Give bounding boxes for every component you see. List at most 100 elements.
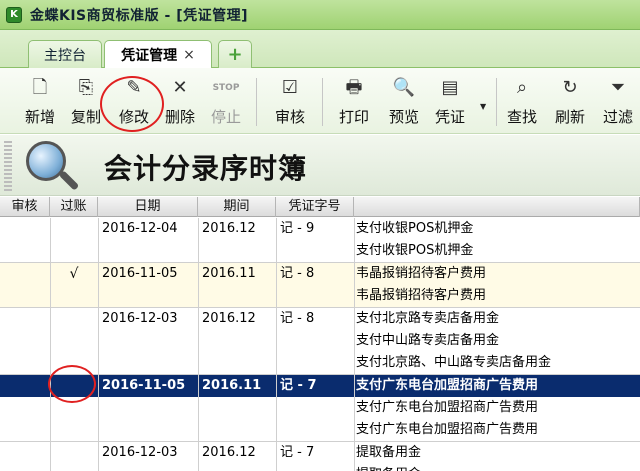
entry-line: 支付北京路、中山路专卖店备用金 bbox=[0, 352, 640, 374]
toolbar-button-new-doc[interactable]: 🗋 新增 bbox=[16, 76, 64, 130]
column-divider bbox=[276, 263, 277, 307]
entry-line: 支付中山路专卖店备用金 bbox=[0, 330, 640, 352]
cell-date: 2016-12-03 bbox=[102, 445, 178, 460]
cell-posted bbox=[50, 308, 98, 330]
delete-icon: ✕ bbox=[172, 77, 188, 98]
column-divider bbox=[354, 218, 355, 262]
dropdown-caret-icon[interactable]: ▼ bbox=[480, 102, 486, 111]
cell-voucher: 记 - 7 bbox=[280, 445, 315, 460]
cell-summary: 支付中山路专卖店备用金 bbox=[356, 333, 500, 348]
entry-line-primary: 2016-12-04 2016.12 记 - 9 支付收银POS机押金 bbox=[0, 218, 640, 240]
window-title: 金蝶KIS商贸标准版 - [凭证管理] bbox=[30, 7, 248, 24]
cell-posted bbox=[50, 442, 98, 464]
print-icon: 🖶 bbox=[345, 77, 363, 98]
entry-line: 支付广东电台加盟招商广告费用 bbox=[0, 419, 640, 441]
cell-posted bbox=[50, 375, 98, 397]
column-divider bbox=[50, 442, 51, 471]
cell-period: 2016.11 bbox=[202, 378, 262, 393]
filter-icon: ⏷ bbox=[610, 77, 626, 98]
cell-summary: 支付广东电台加盟招商广告费用 bbox=[356, 422, 539, 437]
table-row[interactable]: √ 2016-11-05 2016.11 记 - 8 韦晶报销招待客户费用 韦晶报销招待客… bbox=[0, 263, 640, 308]
table-row[interactable]: 2016-12-04 2016.12 记 - 9 支付收银POS机押金 支付收银POS机… bbox=[0, 218, 640, 263]
toolbar-separator bbox=[496, 78, 497, 126]
entry-line: 支付收银POS机押金 bbox=[0, 240, 640, 262]
column-divider bbox=[276, 375, 277, 441]
cell-date: 2016-12-03 bbox=[102, 311, 178, 326]
toolbar-button-preview[interactable]: 🔍 预览 bbox=[380, 76, 428, 130]
column-header-posted[interactable]: 过账 bbox=[50, 197, 98, 217]
column-divider bbox=[50, 263, 51, 307]
entry-line: 支付广东电台加盟招商广告费用 bbox=[0, 397, 640, 419]
toolbar-button-delete[interactable]: ✕ 删除 bbox=[156, 76, 204, 130]
cell-date: 2016-11-05 bbox=[102, 266, 178, 281]
table-row[interactable]: 2016-12-032016.12记 - 7提取备用金提取备用金 bbox=[0, 442, 640, 471]
cell-summary: 提取备用金 bbox=[356, 445, 422, 460]
column-header-date[interactable]: 日期 bbox=[98, 197, 198, 217]
toolbar-button-label: 凭证 bbox=[434, 108, 465, 126]
cell-voucher: 记 - 8 bbox=[280, 311, 315, 326]
toolbar-button-label: 停止 bbox=[210, 108, 241, 126]
page-header: 会计分录序时簿 bbox=[0, 135, 640, 196]
close-icon[interactable]: × bbox=[183, 47, 195, 63]
column-header-summary[interactable] bbox=[354, 197, 640, 217]
tab-voucher-management[interactable]: 凭证管理 × bbox=[104, 40, 212, 69]
toolbar-button-label: 查找 bbox=[506, 108, 537, 126]
cell-audit bbox=[4, 218, 48, 240]
entry-line: 提取备用金 bbox=[0, 464, 640, 471]
toolbar-button-print[interactable]: 🖶 打印 bbox=[330, 76, 378, 130]
toolbar-button-refresh[interactable]: ↻ 刷新 bbox=[546, 76, 594, 130]
toolbar-button-label: 预览 bbox=[388, 108, 419, 126]
toolbar-button-label: 审核 bbox=[274, 108, 305, 126]
table-row[interactable]: 2016-11-05 2016.11 记 - 7 支付广东电台加盟招商广告费用 支付广东… bbox=[0, 375, 640, 442]
cell-period: 2016.11 bbox=[202, 266, 256, 281]
toolbar-button-audit[interactable]: ☑ 审核 bbox=[266, 76, 314, 130]
cell-voucher: 记 - 8 bbox=[280, 266, 315, 281]
preview-icon: 🔍 bbox=[392, 77, 416, 98]
toolbar-button-label: 修改 bbox=[118, 108, 149, 126]
column-header-voucher[interactable]: 凭证字号 bbox=[276, 197, 354, 217]
column-divider bbox=[276, 442, 277, 471]
column-header-audit[interactable]: 审核 bbox=[0, 197, 50, 217]
cell-posted: √ bbox=[69, 266, 79, 282]
audit-icon: ☑ bbox=[281, 77, 299, 98]
tab-label: 凭证管理 bbox=[121, 48, 178, 64]
column-divider bbox=[198, 263, 199, 307]
table-row[interactable]: 2016-12-03 2016.12 记 - 8 支付北京路专卖店备用金支付中山路专卖… bbox=[0, 308, 640, 375]
cell-summary: 韦晶报销招待客户费用 bbox=[356, 288, 487, 303]
toolbar-button-label: 删除 bbox=[164, 108, 195, 126]
column-divider bbox=[354, 263, 355, 307]
cell-date: 2016-12-04 bbox=[102, 221, 178, 236]
column-divider bbox=[198, 218, 199, 262]
cell-summary: 提取备用金 bbox=[356, 464, 638, 471]
cell-voucher: 记 - 7 bbox=[280, 378, 317, 393]
column-divider bbox=[354, 375, 355, 441]
cell-audit bbox=[4, 442, 48, 464]
column-divider bbox=[198, 375, 199, 441]
magnifier-icon bbox=[24, 139, 80, 193]
toolbar-button-voucher[interactable]: ▤ 凭证 bbox=[426, 76, 474, 130]
toolbar-button-edit[interactable]: ✎ 修改 bbox=[110, 76, 158, 130]
grip-handle[interactable] bbox=[4, 141, 12, 191]
column-divider bbox=[50, 218, 51, 262]
toolbar-button-label: 打印 bbox=[338, 108, 369, 126]
add-tab-button[interactable]: + bbox=[218, 40, 252, 68]
toolbar-button-stop[interactable]: STOP 停止 bbox=[202, 76, 250, 130]
toolbar-button-label: 新增 bbox=[24, 108, 55, 126]
toolbar-button-copy[interactable]: ⎘ 复制 bbox=[62, 76, 110, 130]
toolbar-button-filter[interactable]: ⏷ 过滤 bbox=[594, 76, 640, 130]
stop-icon: STOP bbox=[212, 83, 240, 93]
toolbar-button-find[interactable]: ⌕ 查找 bbox=[498, 76, 546, 130]
tab-bar: 主控台 凭证管理 × + bbox=[0, 30, 640, 69]
column-divider bbox=[198, 308, 199, 374]
column-divider bbox=[276, 218, 277, 262]
column-divider bbox=[98, 308, 99, 374]
tab-main-console[interactable]: 主控台 bbox=[28, 40, 102, 68]
column-header-period[interactable]: 期间 bbox=[198, 197, 276, 217]
column-divider bbox=[276, 308, 277, 374]
entry-line-primary: 2016-12-03 2016.12 记 - 8 支付北京路专卖店备用金 bbox=[0, 308, 640, 330]
cell-audit bbox=[4, 308, 48, 330]
page-title: 会计分录序时簿 bbox=[104, 152, 308, 185]
cell-summary: 支付广东电台加盟招商广告费用 bbox=[356, 400, 539, 415]
toolbar-button-label: 复制 bbox=[70, 108, 101, 126]
table-body: 2016-12-04 2016.12 记 - 9 支付收银POS机押金 支付收银POS机… bbox=[0, 218, 640, 471]
